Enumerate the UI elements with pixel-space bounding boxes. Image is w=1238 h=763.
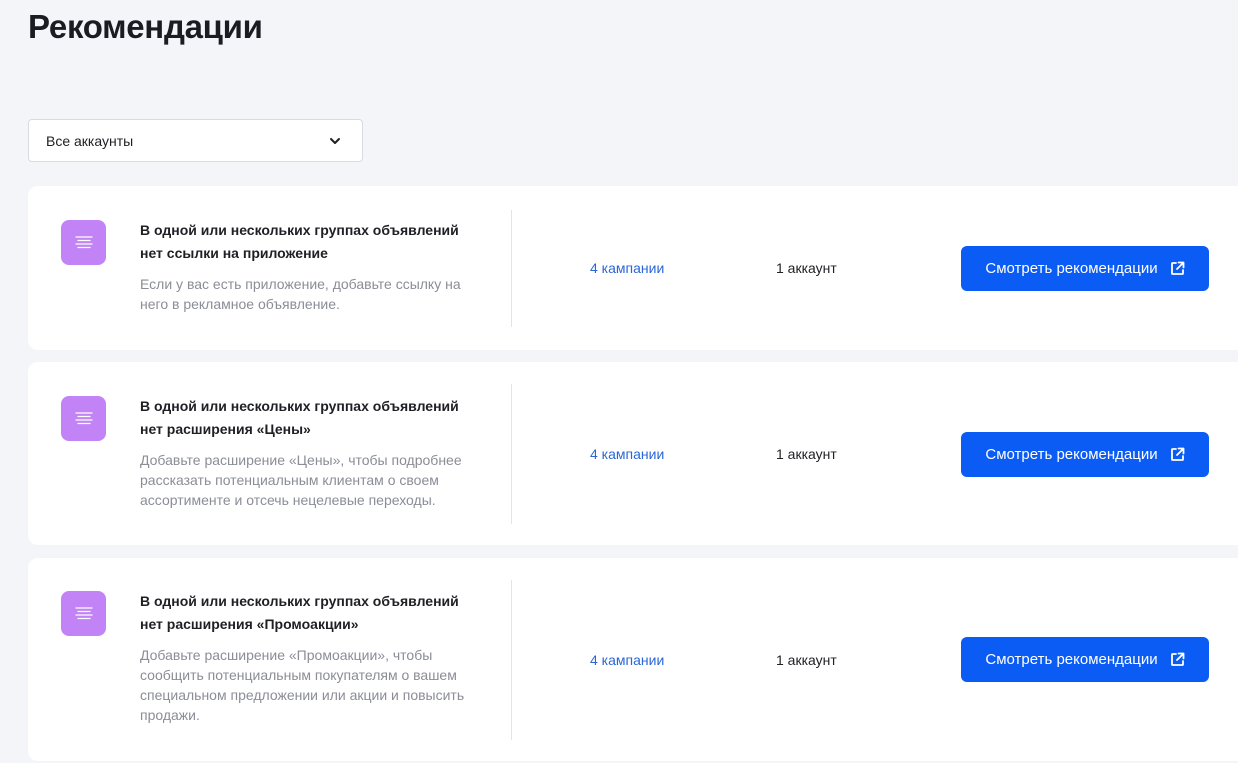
account-select-value: Все аккаунты bbox=[46, 132, 134, 149]
recommendation-title: В одной или нескольких группах объявлени… bbox=[140, 398, 459, 437]
divider bbox=[511, 580, 512, 740]
button-label: Смотреть рекомендации bbox=[985, 651, 1158, 668]
recommendation-title: В одной или нескольких группах объявлени… bbox=[140, 593, 459, 632]
accounts-count: 1 аккаунт bbox=[776, 446, 837, 462]
view-recommendations-button[interactable]: Смотреть рекомендации bbox=[961, 246, 1209, 291]
recommendation-card: В одной или нескольких группах объявлени… bbox=[28, 362, 1238, 545]
chevron-down-icon bbox=[330, 137, 340, 144]
recommendation-card: В одной или нескольких группах объявлени… bbox=[28, 558, 1238, 761]
view-recommendations-button[interactable]: Смотреть рекомендации bbox=[961, 432, 1209, 477]
recommendation-card: В одной или нескольких группах объявлени… bbox=[28, 186, 1238, 350]
external-link-icon bbox=[1170, 261, 1185, 275]
button-label: Смотреть рекомендации bbox=[985, 260, 1158, 277]
divider bbox=[511, 384, 512, 524]
accounts-count: 1 аккаунт bbox=[776, 260, 837, 276]
text-lines-icon bbox=[61, 396, 106, 441]
button-label: Смотреть рекомендации bbox=[985, 446, 1158, 463]
recommendation-description: Добавьте расширение «Промоакции», чтобы … bbox=[140, 647, 465, 723]
text-lines-icon bbox=[61, 220, 106, 265]
divider bbox=[511, 210, 512, 327]
recommendation-description: Если у вас есть приложение, добавьте ссы… bbox=[140, 276, 461, 312]
external-link-icon bbox=[1170, 652, 1185, 666]
external-link-icon bbox=[1170, 447, 1185, 461]
recommendation-title: В одной или нескольких группах объявлени… bbox=[140, 222, 459, 261]
accounts-count: 1 аккаунт bbox=[776, 652, 837, 668]
recommendation-description: Добавьте расширение «Цены», чтобы подроб… bbox=[140, 452, 462, 508]
account-select[interactable]: Все аккаунты bbox=[28, 119, 363, 162]
campaigns-link[interactable]: 4 кампании bbox=[590, 652, 664, 668]
page-title: Рекомендации bbox=[28, 8, 263, 45]
campaigns-link[interactable]: 4 кампании bbox=[590, 446, 664, 462]
text-lines-icon bbox=[61, 591, 106, 636]
campaigns-link[interactable]: 4 кампании bbox=[590, 260, 664, 276]
view-recommendations-button[interactable]: Смотреть рекомендации bbox=[961, 637, 1209, 682]
